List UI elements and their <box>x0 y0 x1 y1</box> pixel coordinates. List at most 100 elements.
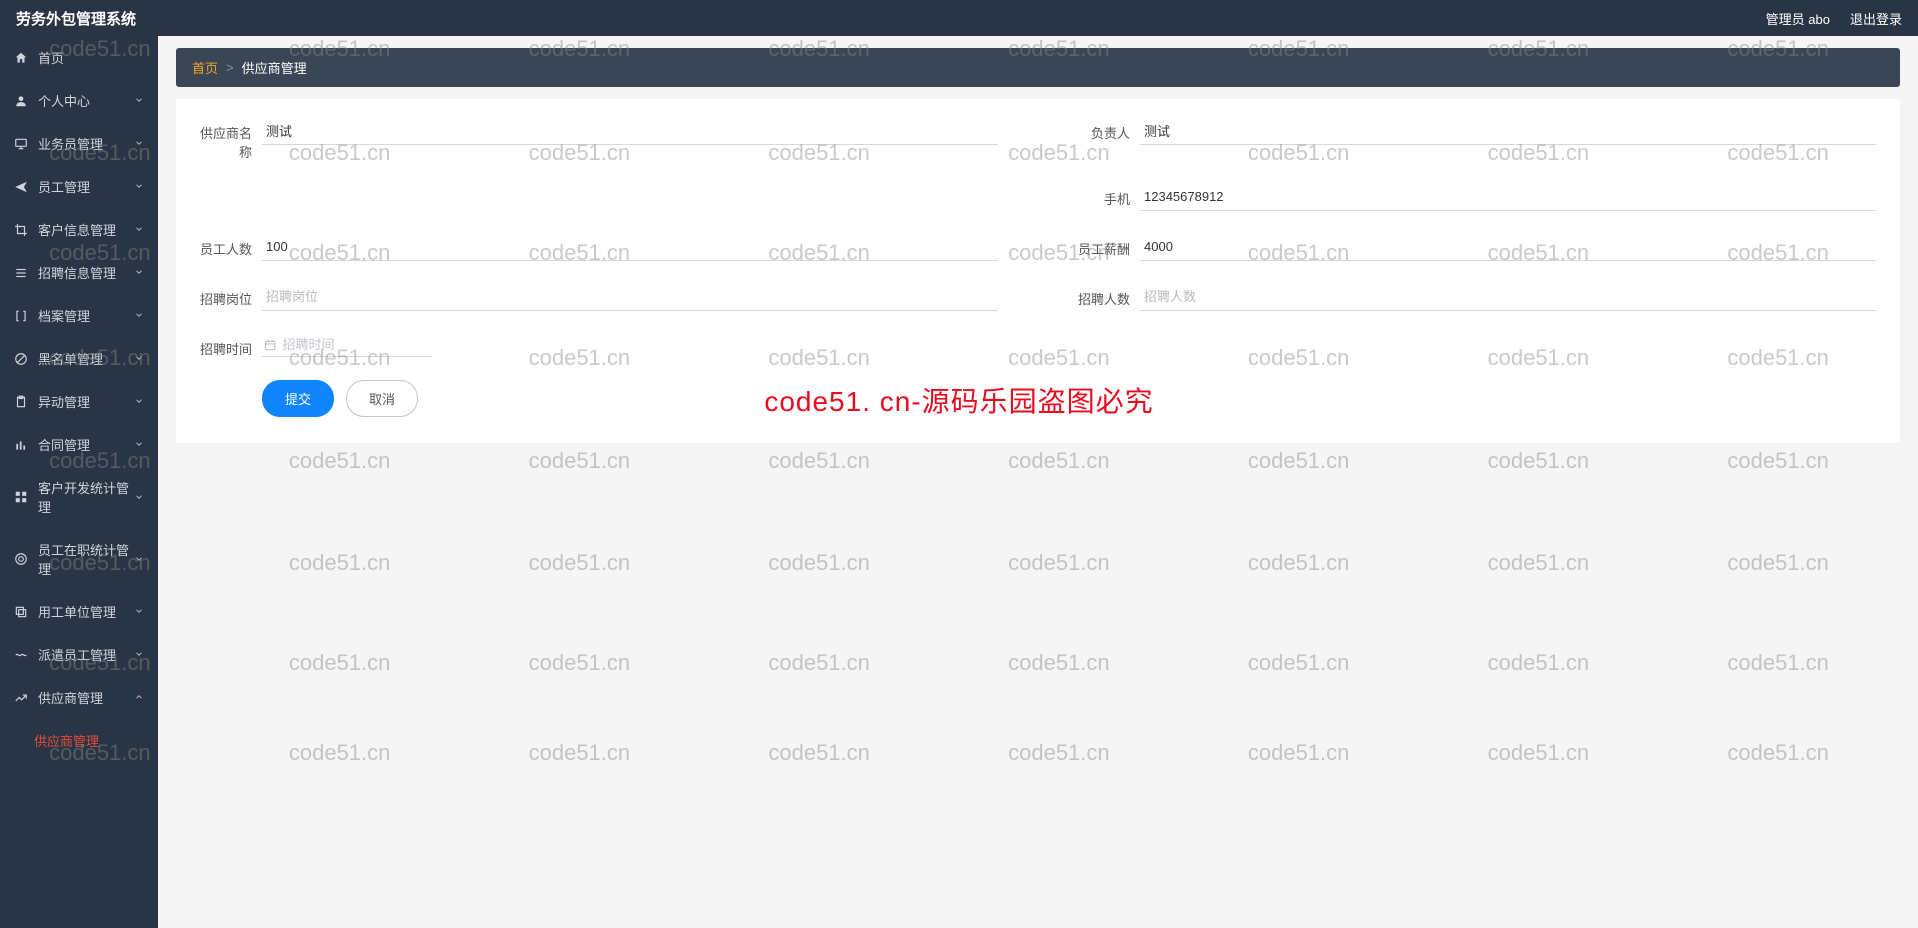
breadcrumb-home[interactable]: 首页 <box>192 58 218 77</box>
cancel-button[interactable]: 取消 <box>346 380 418 417</box>
sidebar-item-8[interactable]: 异动管理 <box>0 380 158 423</box>
field-hire-count: 招聘人数 <box>1078 283 1876 311</box>
sidebar-item-4[interactable]: 客户信息管理 <box>0 208 158 251</box>
form-actions: 提交 取消 <box>262 380 1876 417</box>
calendar-icon <box>264 338 276 352</box>
field-job-post: 招聘岗位 <box>200 283 998 311</box>
date-input-wrap[interactable] <box>262 333 432 357</box>
chevron-down-icon <box>134 490 144 505</box>
chevron-down-icon <box>134 179 144 194</box>
input-emp-salary[interactable] <box>1140 233 1876 261</box>
sidebar-item-5[interactable]: 招聘信息管理 <box>0 251 158 294</box>
sidebar-item-13[interactable]: 派遣员工管理 <box>0 633 158 676</box>
home-icon <box>14 51 28 65</box>
label-emp-salary: 员工薪酬 <box>1078 233 1130 258</box>
input-job-post[interactable] <box>262 283 998 311</box>
bar-icon <box>14 438 28 452</box>
slash-icon <box>14 352 28 366</box>
sidebar-item-label: 首页 <box>38 48 64 67</box>
sidebar-item-11[interactable]: 员工在职统计管理 <box>0 528 158 590</box>
field-emp-salary: 员工薪酬 <box>1078 233 1876 261</box>
logout-link[interactable]: 退出登录 <box>1850 9 1902 28</box>
input-supplier-name[interactable] <box>262 117 998 145</box>
chevron-down-icon <box>134 351 144 366</box>
field-phone: 手机 <box>1078 183 1876 211</box>
sidebar-item-label: 异动管理 <box>38 392 90 411</box>
breadcrumb-current: 供应商管理 <box>242 58 307 77</box>
input-hire-count[interactable] <box>1140 283 1876 311</box>
user-label[interactable]: 管理员 abo <box>1766 9 1830 28</box>
sidebar-item-label: 档案管理 <box>38 306 90 325</box>
list-icon <box>14 266 28 280</box>
sidebar-item-label: 员工在职统计管理 <box>38 540 134 578</box>
top-header: 劳务外包管理系统 管理员 abo 退出登录 <box>0 0 1918 36</box>
sidebar: 首页个人中心业务员管理员工管理客户信息管理招聘信息管理档案管理黑名单管理异动管理… <box>0 36 158 928</box>
label-manager: 负责人 <box>1078 117 1130 142</box>
sidebar-item-0[interactable]: 首页 <box>0 36 158 79</box>
sidebar-item-label: 个人中心 <box>38 91 90 110</box>
field-hire-time: 招聘时间 <box>200 333 432 358</box>
sidebar-item-label: 招聘信息管理 <box>38 263 116 282</box>
grid-icon <box>14 490 28 504</box>
main-content: 首页 > 供应商管理 供应商名称 负责人 <box>158 36 1918 928</box>
chevron-down-icon <box>134 308 144 323</box>
form-panel: 供应商名称 负责人 手机 <box>176 99 1900 443</box>
label-supplier-name: 供应商名称 <box>200 117 252 161</box>
sidebar-item-14[interactable]: 供应商管理 <box>0 676 158 719</box>
clipboard-icon <box>14 395 28 409</box>
chevron-down-icon <box>134 222 144 237</box>
chevron-down-icon <box>134 93 144 108</box>
sidebar-item-label: 供应商管理 <box>38 688 103 707</box>
label-job-post: 招聘岗位 <box>200 283 252 308</box>
label-hire-time: 招聘时间 <box>200 333 252 358</box>
input-hire-time[interactable] <box>282 337 430 352</box>
target-icon <box>14 552 28 566</box>
monitor-icon <box>14 137 28 151</box>
header-right: 管理员 abo 退出登录 <box>1766 9 1902 28</box>
sidebar-item-label: 客户开发统计管理 <box>38 478 134 516</box>
input-emp-count[interactable] <box>262 233 998 261</box>
sidebar-item-label: 业务员管理 <box>38 134 103 153</box>
input-manager[interactable] <box>1140 117 1876 145</box>
label-emp-count: 员工人数 <box>200 233 252 258</box>
sidebar-item-6[interactable]: 档案管理 <box>0 294 158 337</box>
field-emp-count: 员工人数 <box>200 233 998 261</box>
chevron-down-icon <box>134 136 144 151</box>
app-title: 劳务外包管理系统 <box>16 8 136 29</box>
chevron-down-icon <box>134 394 144 409</box>
chevron-up-icon <box>134 690 144 705</box>
send-icon <box>14 180 28 194</box>
sidebar-item-label: 员工管理 <box>38 177 90 196</box>
field-supplier-name: 供应商名称 <box>200 117 998 161</box>
breadcrumb: 首页 > 供应商管理 <box>176 48 1900 87</box>
submit-button[interactable]: 提交 <box>262 380 334 417</box>
chevron-down-icon <box>134 647 144 662</box>
sidebar-item-label: 黑名单管理 <box>38 349 103 368</box>
sidebar-item-3[interactable]: 员工管理 <box>0 165 158 208</box>
breadcrumb-sep: > <box>226 60 234 75</box>
graph-icon <box>14 691 28 705</box>
chevron-down-icon <box>134 265 144 280</box>
label-phone: 手机 <box>1078 183 1130 208</box>
sidebar-item-9[interactable]: 合同管理 <box>0 423 158 466</box>
input-phone[interactable] <box>1140 183 1876 211</box>
chevron-down-icon <box>134 604 144 619</box>
sidebar-item-label: 派遣员工管理 <box>38 645 116 664</box>
sidebar-subitem-supplier[interactable]: 供应商管理 <box>0 719 158 762</box>
crop-icon <box>14 223 28 237</box>
sidebar-item-10[interactable]: 客户开发统计管理 <box>0 466 158 528</box>
sidebar-item-label: 合同管理 <box>38 435 90 454</box>
sidebar-item-12[interactable]: 用工单位管理 <box>0 590 158 633</box>
sidebar-item-1[interactable]: 个人中心 <box>0 79 158 122</box>
sidebar-item-label: 用工单位管理 <box>38 602 116 621</box>
label-hire-count: 招聘人数 <box>1078 283 1130 308</box>
bracket-icon <box>14 309 28 323</box>
sidebar-item-label: 客户信息管理 <box>38 220 116 239</box>
wave-icon <box>14 648 28 662</box>
sidebar-item-2[interactable]: 业务员管理 <box>0 122 158 165</box>
sidebar-item-7[interactable]: 黑名单管理 <box>0 337 158 380</box>
chevron-down-icon <box>134 437 144 452</box>
chevron-down-icon <box>134 552 144 567</box>
field-manager: 负责人 <box>1078 117 1876 161</box>
copy-icon <box>14 605 28 619</box>
